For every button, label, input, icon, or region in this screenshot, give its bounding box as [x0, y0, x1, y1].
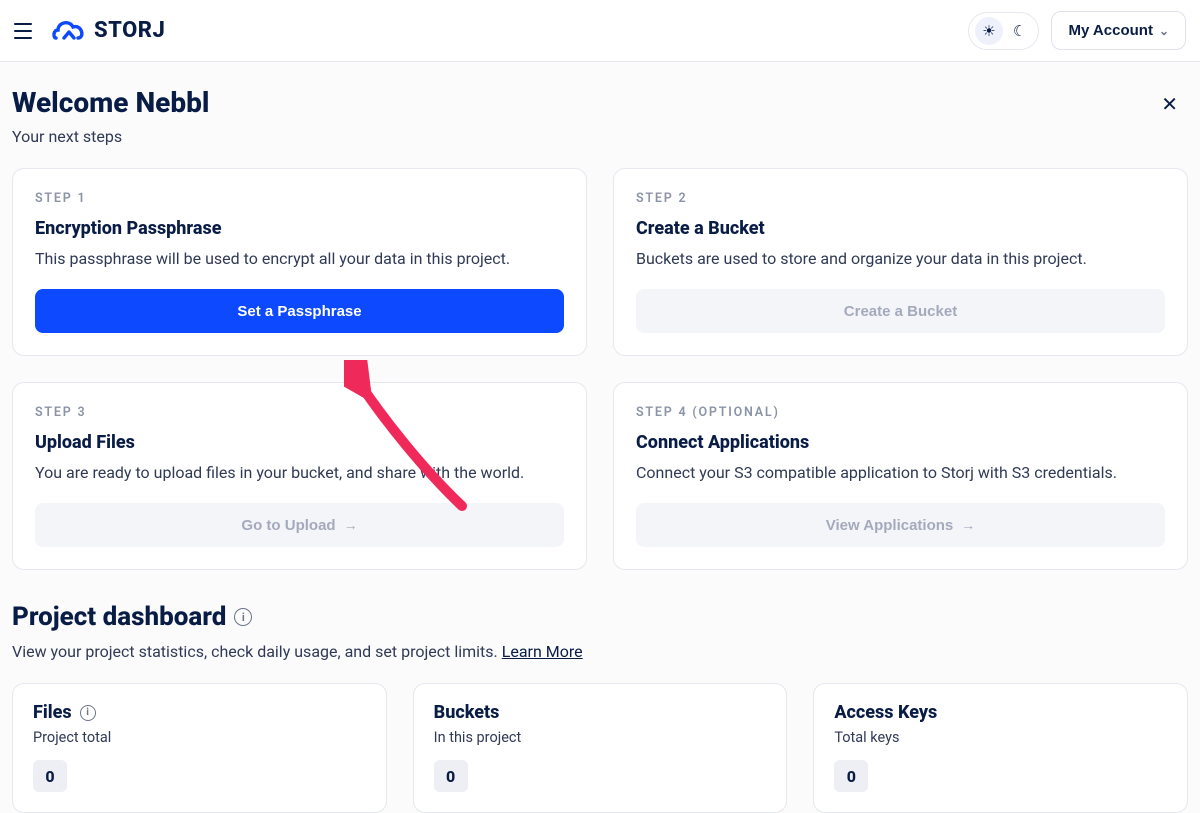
my-account-button[interactable]: My Account ⌄ — [1051, 11, 1186, 50]
brand-name: STORJ — [94, 18, 165, 43]
step-card-2: STEP 2 Create a Bucket Buckets are used … — [613, 168, 1188, 356]
sun-icon: ☀ — [975, 17, 1003, 45]
dashboard-subtitle: View your project statistics, check dail… — [12, 642, 1188, 661]
step-card-4: STEP 4 (OPTIONAL) Connect Applications C… — [613, 382, 1188, 570]
step-label: STEP 4 (OPTIONAL) — [636, 405, 1165, 420]
close-icon[interactable]: ✕ — [1151, 86, 1188, 122]
account-label: My Account — [1068, 22, 1152, 39]
stat-subtitle: Total keys — [834, 729, 1167, 746]
dashboard-title: Project dashboard — [12, 602, 226, 632]
menu-icon[interactable] — [14, 19, 38, 43]
stat-title: Access Keys — [834, 702, 937, 723]
stat-card-files: Files i Project total 0 — [12, 683, 387, 813]
create-bucket-button[interactable]: Create a Bucket — [636, 289, 1165, 333]
page-title: Welcome Nebbl — [12, 86, 209, 119]
cloud-logo-icon — [52, 17, 86, 45]
step-title: Connect Applications — [636, 432, 1165, 453]
arrow-right-icon: → — [961, 517, 975, 533]
moon-icon: ☾ — [1013, 22, 1032, 40]
stat-card-access-keys: Access Keys Total keys 0 — [813, 683, 1188, 813]
step-title: Encryption Passphrase — [35, 218, 564, 239]
set-passphrase-button[interactable]: Set a Passphrase — [35, 289, 564, 333]
stats-grid: Files i Project total 0 Buckets In this … — [12, 683, 1188, 813]
step-title: Create a Bucket — [636, 218, 1165, 239]
step-desc: Connect your S3 compatible application t… — [636, 461, 1165, 485]
learn-more-link[interactable]: Learn More — [502, 642, 583, 661]
theme-toggle[interactable]: ☀ ☾ — [968, 12, 1039, 50]
stat-value: 0 — [834, 760, 868, 792]
stat-subtitle: In this project — [434, 729, 767, 746]
step-label: STEP 1 — [35, 191, 564, 206]
step-card-1: STEP 1 Encryption Passphrase This passph… — [12, 168, 587, 356]
step-label: STEP 3 — [35, 405, 564, 420]
step-desc: This passphrase will be used to encrypt … — [35, 247, 564, 271]
chevron-down-icon: ⌄ — [1159, 24, 1169, 38]
view-applications-button[interactable]: View Applications → — [636, 503, 1165, 547]
stat-value: 0 — [434, 760, 468, 792]
info-icon[interactable]: i — [234, 608, 252, 626]
arrow-right-icon: → — [344, 517, 358, 533]
steps-grid: STEP 1 Encryption Passphrase This passph… — [12, 168, 1188, 570]
button-label: Go to Upload — [241, 517, 335, 534]
brand-logo[interactable]: STORJ — [52, 17, 165, 45]
step-label: STEP 2 — [636, 191, 1165, 206]
dashboard-subtitle-text: View your project statistics, check dail… — [12, 642, 502, 661]
step-title: Upload Files — [35, 432, 564, 453]
stat-card-buckets: Buckets In this project 0 — [413, 683, 788, 813]
button-label: View Applications — [826, 517, 954, 534]
stat-value: 0 — [33, 760, 67, 792]
stat-title: Files — [33, 702, 72, 723]
page-subtitle: Your next steps — [12, 127, 209, 146]
step-card-3: STEP 3 Upload Files You are ready to upl… — [12, 382, 587, 570]
info-icon[interactable]: i — [80, 705, 96, 721]
stat-subtitle: Project total — [33, 729, 366, 746]
step-desc: Buckets are used to store and organize y… — [636, 247, 1165, 271]
go-to-upload-button[interactable]: Go to Upload → — [35, 503, 564, 547]
stat-title: Buckets — [434, 702, 500, 723]
step-desc: You are ready to upload files in your bu… — [35, 461, 564, 485]
topbar: STORJ ☀ ☾ My Account ⌄ — [0, 0, 1200, 62]
button-label: Create a Bucket — [844, 303, 957, 320]
button-label: Set a Passphrase — [237, 303, 361, 320]
